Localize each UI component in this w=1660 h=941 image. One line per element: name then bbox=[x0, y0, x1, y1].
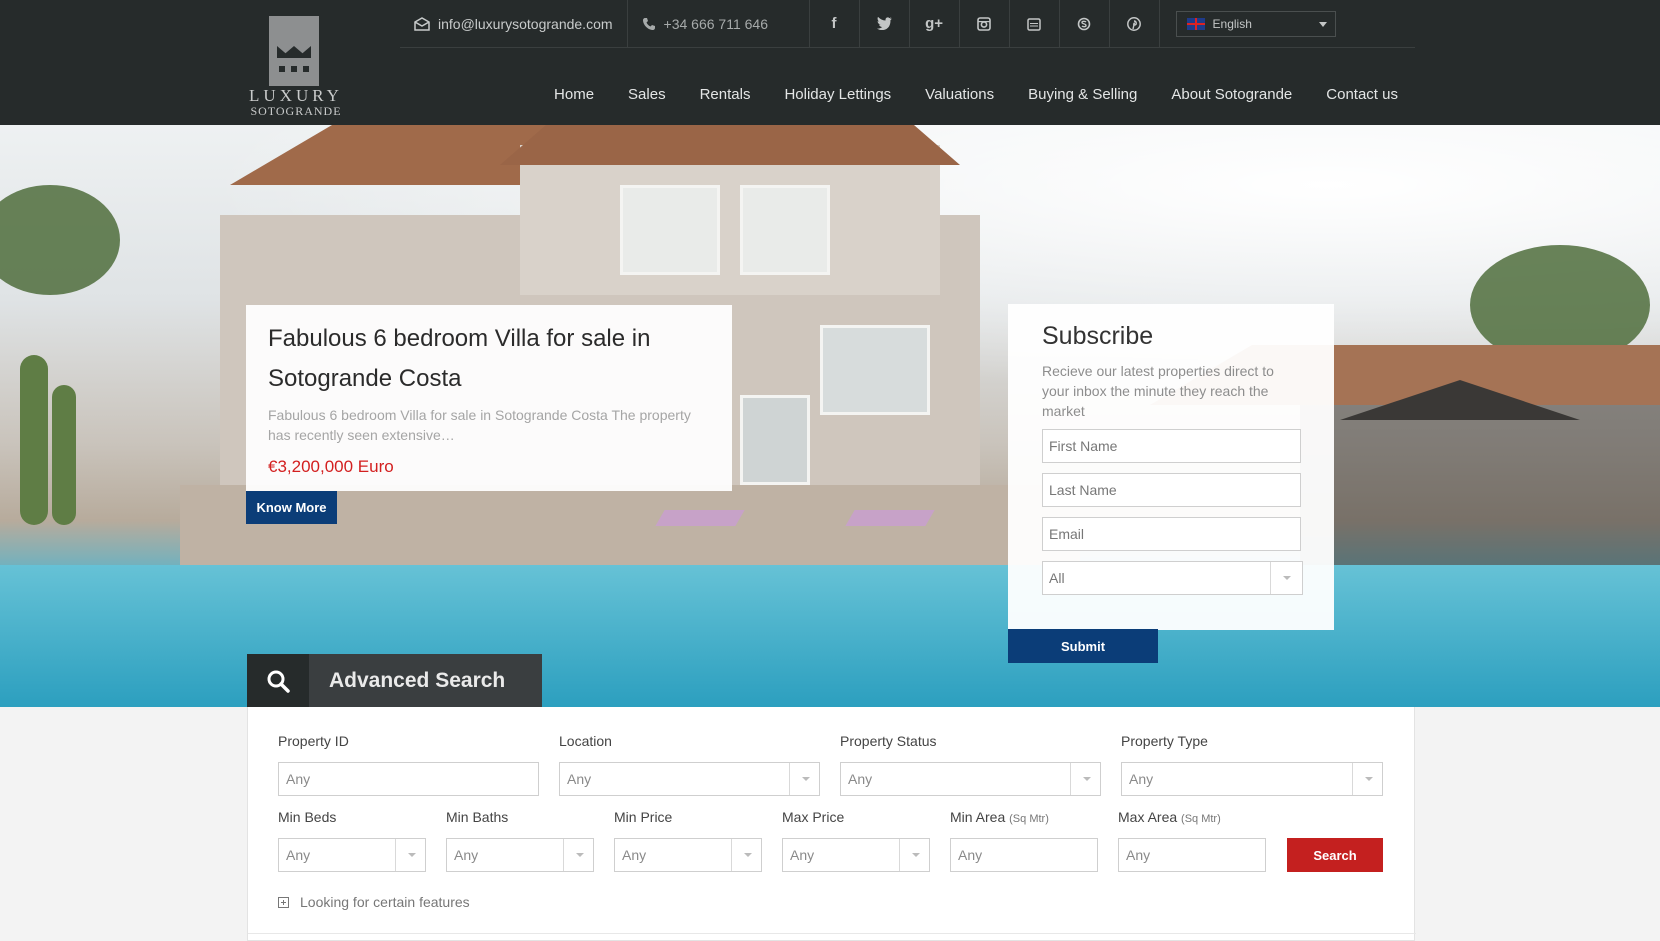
nav-about-sotogrande[interactable]: About Sotogrande bbox=[1171, 86, 1292, 103]
nav-contact-us[interactable]: Contact us bbox=[1326, 86, 1398, 103]
features-toggle[interactable]: Looking for certain features bbox=[278, 894, 470, 910]
min-baths-select[interactable]: Any bbox=[446, 838, 594, 872]
location-select[interactable]: Any bbox=[559, 762, 820, 796]
email-field[interactable]: Email bbox=[1042, 517, 1301, 551]
max-price-value: Any bbox=[790, 847, 815, 863]
last-name-field[interactable]: Last Name bbox=[1042, 473, 1301, 507]
max-price-label: Max Price bbox=[782, 809, 845, 825]
subscribe-text: Recieve our latest properties direct to … bbox=[1042, 363, 1274, 419]
min-baths-label: Min Baths bbox=[446, 809, 509, 825]
featured-title[interactable]: Fabulous 6 bedroom Villa for sale in Sot… bbox=[268, 319, 710, 399]
features-toggle-label: Looking for certain features bbox=[300, 894, 470, 910]
nav-sales[interactable]: Sales bbox=[628, 86, 666, 103]
advanced-search-title: Advanced Search bbox=[309, 654, 542, 707]
subscribe-category-select[interactable]: All bbox=[1042, 561, 1303, 595]
nav-holiday-lettings[interactable]: Holiday Lettings bbox=[784, 86, 891, 103]
max-area-label-text: Max Area bbox=[1118, 809, 1178, 825]
logo-mark bbox=[269, 16, 319, 86]
logo-subname: SOTOGRANDE bbox=[250, 104, 342, 118]
top-bar: info@luxurysotogrande.com +34 666 711 64… bbox=[400, 0, 1415, 48]
chevron-down-icon bbox=[395, 839, 425, 871]
min-beds-select[interactable]: Any bbox=[278, 838, 426, 872]
min-beds-value: Any bbox=[286, 847, 311, 863]
chevron-down-icon bbox=[563, 839, 593, 871]
nav-home[interactable]: Home bbox=[554, 86, 594, 103]
chevron-down-icon bbox=[1318, 21, 1327, 27]
site-logo[interactable]: LUXURY SOTOGRANDE bbox=[244, 14, 348, 118]
property-id-input[interactable]: Any bbox=[278, 762, 539, 796]
envelope-icon bbox=[414, 16, 430, 31]
phone-icon bbox=[642, 17, 655, 30]
email-text: info@luxurysotogrande.com bbox=[438, 15, 613, 32]
submit-button[interactable]: Submit bbox=[1008, 629, 1158, 663]
min-area-input[interactable]: Any bbox=[950, 838, 1098, 872]
advanced-search-tab[interactable]: Advanced Search bbox=[247, 654, 542, 707]
instagram-icon[interactable] bbox=[960, 0, 1010, 48]
property-type-label: Property Type bbox=[1121, 733, 1208, 749]
email-contact[interactable]: info@luxurysotogrande.com bbox=[400, 0, 628, 48]
min-beds-label: Min Beds bbox=[278, 809, 337, 825]
plus-square-icon bbox=[278, 896, 289, 908]
youtube-icon[interactable] bbox=[1010, 0, 1060, 48]
location-value: Any bbox=[567, 771, 592, 787]
featured-description: Fabulous 6 bedroom Villa for sale in Sot… bbox=[268, 407, 691, 443]
twitter-icon[interactable] bbox=[860, 0, 910, 48]
min-price-select[interactable]: Any bbox=[614, 838, 762, 872]
search-panel: Property ID Any Location Any Property St… bbox=[247, 707, 1416, 941]
logo-name: LUXURY bbox=[249, 86, 343, 105]
phone-text: +34 666 711 646 bbox=[663, 15, 768, 32]
search-icon bbox=[247, 654, 309, 707]
skype-icon[interactable] bbox=[1060, 0, 1110, 48]
uk-flag-icon bbox=[1186, 17, 1205, 30]
min-price-value: Any bbox=[622, 847, 647, 863]
first-name-field[interactable]: First Name bbox=[1042, 429, 1301, 463]
nav-valuations[interactable]: Valuations bbox=[925, 86, 994, 103]
main-nav: Home Sales Rentals Holiday Lettings Valu… bbox=[520, 86, 1398, 103]
property-status-select[interactable]: Any bbox=[840, 762, 1101, 796]
know-more-button[interactable]: Know More bbox=[246, 491, 337, 524]
nav-rentals[interactable]: Rentals bbox=[700, 86, 751, 103]
min-area-unit: (Sq Mtr) bbox=[1009, 813, 1049, 825]
chevron-down-icon bbox=[731, 839, 761, 871]
chevron-down-icon bbox=[1070, 763, 1100, 795]
chevron-down-icon bbox=[789, 763, 819, 795]
facebook-icon[interactable]: f bbox=[810, 0, 860, 48]
property-type-value: Any bbox=[1129, 771, 1154, 787]
subscribe-box: Subscribe Recieve our latest properties … bbox=[1008, 304, 1334, 630]
max-area-input[interactable]: Any bbox=[1118, 838, 1266, 872]
property-type-select[interactable]: Any bbox=[1121, 762, 1383, 796]
max-price-select[interactable]: Any bbox=[782, 838, 930, 872]
social-links: f g+ bbox=[810, 0, 1160, 48]
featured-property-card: Fabulous 6 bedroom Villa for sale in Sot… bbox=[246, 305, 732, 491]
chevron-down-icon bbox=[1352, 763, 1382, 795]
min-area-label: Min Area (Sq Mtr) bbox=[950, 809, 1049, 825]
language-select[interactable]: English bbox=[1175, 10, 1336, 37]
location-label: Location bbox=[559, 733, 612, 749]
pinterest-icon[interactable] bbox=[1110, 0, 1160, 48]
chevron-down-icon bbox=[899, 839, 929, 871]
panel-divider bbox=[248, 933, 1416, 934]
featured-price: €3,200,000 Euro bbox=[268, 457, 394, 476]
phone-contact[interactable]: +34 666 711 646 bbox=[628, 0, 810, 48]
subscribe-title: Subscribe bbox=[1042, 322, 1154, 350]
site-header: LUXURY SOTOGRANDE info@luxurysotogrande.… bbox=[0, 0, 1660, 125]
chevron-down-icon bbox=[1270, 562, 1302, 594]
property-status-label: Property Status bbox=[840, 733, 937, 749]
property-id-label: Property ID bbox=[278, 733, 349, 749]
min-baths-value: Any bbox=[454, 847, 479, 863]
property-status-value: Any bbox=[848, 771, 873, 787]
min-price-label: Min Price bbox=[614, 809, 673, 825]
language-label: English bbox=[1212, 16, 1252, 31]
max-area-label: Max Area (Sq Mtr) bbox=[1118, 809, 1221, 825]
min-area-label-text: Min Area bbox=[950, 809, 1006, 825]
google-plus-icon[interactable]: g+ bbox=[910, 0, 960, 48]
nav-buying-selling[interactable]: Buying & Selling bbox=[1028, 86, 1137, 103]
search-button[interactable]: Search bbox=[1287, 838, 1383, 872]
max-area-unit: (Sq Mtr) bbox=[1181, 813, 1221, 825]
subscribe-select-value: All bbox=[1049, 570, 1065, 586]
